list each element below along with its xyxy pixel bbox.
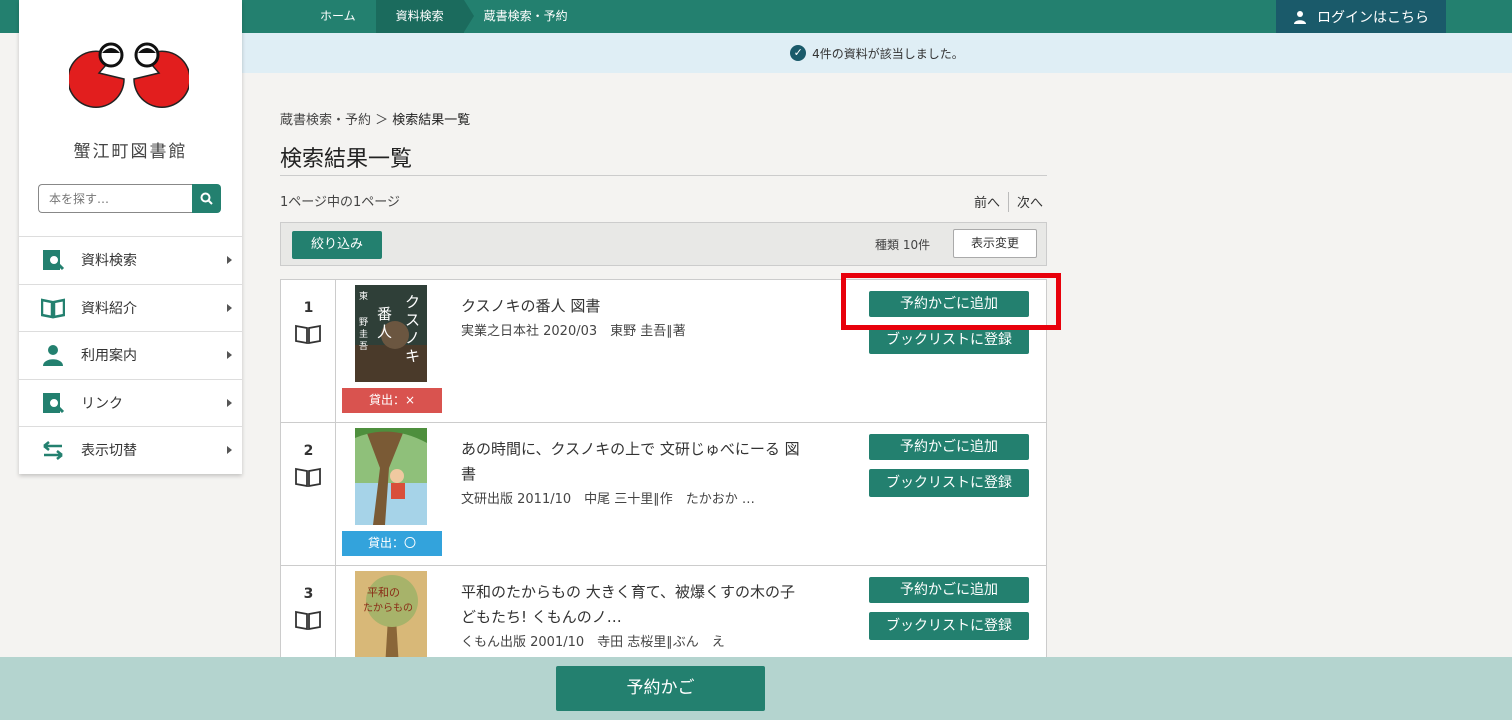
book-icon — [295, 610, 321, 630]
result-row: 3 平和の たからもの 平和のたからもの 大きく育て、被爆くすの木の子どもたち!… — [281, 566, 1046, 659]
book-title[interactable]: 平和のたからもの 大きく育て、被爆くすの木の子どもたち! くもんのノ… — [461, 580, 801, 630]
sidebar-item-guide[interactable]: 利用案内 — [19, 331, 242, 379]
library-logo — [69, 42, 189, 108]
chevron-right-icon — [227, 303, 232, 312]
result-number: 1 — [303, 300, 314, 316]
result-number-cell: 1 — [281, 280, 336, 423]
book-icon — [295, 467, 321, 487]
person-icon — [43, 345, 63, 367]
crumb-home[interactable]: ホーム — [300, 0, 376, 33]
sidebar-item-label: 資料紹介 — [81, 300, 137, 317]
search-icon — [200, 192, 213, 205]
page-info: 1ページ中の1ページ — [280, 195, 401, 210]
sidebar-item-intro[interactable]: 資料紹介 — [19, 283, 242, 332]
breadcrumb-link[interactable]: 蔵書検索・予約 ＞ — [280, 113, 392, 128]
swap-arrows-icon — [43, 441, 63, 461]
filter-button[interactable]: 絞り込み — [292, 231, 382, 259]
add-to-booklist-button[interactable]: ブックリストに登録 — [869, 469, 1029, 497]
book-icon — [295, 324, 321, 344]
notice-text: 4件の資料が該当しました。 — [812, 46, 964, 61]
crumb-reserve: 蔵書検索・予約 — [483, 9, 568, 23]
highlight-box — [841, 273, 1061, 330]
view-change-button[interactable]: 表示変更 — [953, 229, 1037, 258]
sidebar-item-label: リンク — [81, 395, 123, 412]
chevron-right-icon — [227, 351, 232, 359]
breadcrumb-current: 検索結果一覧 — [392, 113, 471, 128]
svg-text:人: 人 — [377, 323, 392, 341]
page-title: 検索結果一覧 — [280, 147, 413, 172]
status-badge: 貸出：× — [342, 388, 442, 413]
sidebar-search — [38, 184, 221, 213]
sidebar-item-label: 表示切替 — [81, 443, 137, 460]
top-breadcrumb: ホーム 資料検索 蔵書検索・予約 — [300, 0, 588, 33]
check-circle-icon: ✓ — [790, 45, 807, 61]
result-number: 2 — [303, 443, 314, 459]
result-number-cell: 3 — [281, 566, 336, 658]
svg-text:ス: ス — [405, 311, 420, 329]
svg-text:圭: 圭 — [359, 328, 368, 340]
footer-bar: 予約かご — [0, 657, 1512, 720]
svg-text:吾: 吾 — [359, 341, 368, 352]
result-row: 2 貸出：〇 あの時間に、クスノキの上で 文研じゅべにーる 図書 文研出版 20… — [281, 423, 1046, 566]
sidebar: 蟹江町図書館 資料検索 資料紹介 利用案内 リンク 表示切替 — [19, 0, 242, 474]
results-list: 1 東 野 圭 吾 ク ス ノ キ 番 人 貸出：× クスノキの番人 図書 実業… — [280, 279, 1047, 659]
add-to-booklist-button[interactable]: ブックリストに登録 — [869, 612, 1029, 640]
book-meta: くもん出版 2001/10 寺田 志桜里∥ぶん え — [461, 635, 725, 650]
svg-text:東: 東 — [359, 290, 368, 302]
result-notice: ✓ 4件の資料が該当しました。 — [242, 33, 1512, 73]
search-input[interactable] — [38, 184, 192, 213]
reserve-cart-button[interactable]: 予約かご — [556, 666, 765, 711]
svg-text:平和の: 平和の — [367, 586, 400, 599]
sidebar-item-search[interactable]: 資料検索 — [19, 236, 242, 284]
sidebar-menu: 資料検索 資料紹介 利用案内 リンク 表示切替 — [19, 236, 242, 474]
result-number: 3 — [303, 586, 314, 602]
book-title[interactable]: あの時間に、クスノキの上で 文研じゅべにーる 図書 — [461, 437, 801, 487]
sidebar-item-label: 利用案内 — [81, 348, 137, 365]
magnifier-doc-icon — [43, 392, 65, 413]
login-label: ログインはこちら — [1317, 9, 1429, 26]
breadcrumb: 蔵書検索・予約 ＞ 検索結果一覧 — [280, 109, 470, 128]
svg-text:ク: ク — [405, 293, 420, 311]
user-icon — [1294, 10, 1306, 24]
result-number-cell: 2 — [281, 423, 336, 566]
magnifier-doc-icon — [43, 250, 65, 271]
add-to-reserve-cart-button[interactable]: 予約かごに追加 — [869, 434, 1029, 460]
svg-text:たからもの: たからもの — [363, 602, 413, 614]
book-meta: 実業之日本社 2020/03 東野 圭吾∥著 — [461, 324, 686, 339]
add-to-reserve-cart-button[interactable]: 予約かごに追加 — [869, 577, 1029, 603]
status-badge: 貸出：〇 — [342, 531, 442, 556]
chevron-right-icon — [227, 256, 232, 264]
book-cover[interactable]: 平和の たからもの — [355, 571, 427, 659]
chevron-right-icon — [227, 446, 232, 454]
divider — [280, 175, 1047, 176]
svg-text:キ: キ — [405, 347, 420, 365]
prev-link[interactable]: 前へ — [966, 192, 1008, 212]
sidebar-item-links[interactable]: リンク — [19, 378, 242, 427]
book-title[interactable]: クスノキの番人 図書 — [461, 294, 801, 319]
crumb-search[interactable]: 資料検索 — [375, 0, 474, 33]
open-book-icon — [41, 298, 65, 319]
results-toolbar: 絞り込み 種類 10件 表示変更 — [280, 222, 1047, 266]
login-button[interactable]: ログインはこちら — [1276, 0, 1446, 33]
book-meta: 文研出版 2011/10 中尾 三十里∥作 たかおか … — [461, 492, 755, 507]
book-cover[interactable]: 東 野 圭 吾 ク ス ノ キ 番 人 — [355, 285, 427, 382]
pager: 前へ 次へ — [966, 192, 1051, 212]
sidebar-item-display[interactable]: 表示切替 — [19, 426, 242, 474]
svg-text:野: 野 — [359, 317, 368, 328]
next-link[interactable]: 次へ — [1009, 192, 1051, 212]
chevron-right-icon — [227, 398, 232, 407]
svg-text:ノ: ノ — [405, 329, 420, 347]
sidebar-item-label: 資料検索 — [81, 253, 137, 270]
book-cover[interactable] — [355, 428, 427, 525]
add-to-booklist-button[interactable]: ブックリストに登録 — [869, 326, 1029, 354]
svg-text:番: 番 — [377, 305, 392, 323]
search-button[interactable] — [192, 184, 221, 213]
library-name: 蟹江町図書館 — [73, 142, 188, 162]
kind-count: 種類 10件 — [875, 238, 931, 252]
